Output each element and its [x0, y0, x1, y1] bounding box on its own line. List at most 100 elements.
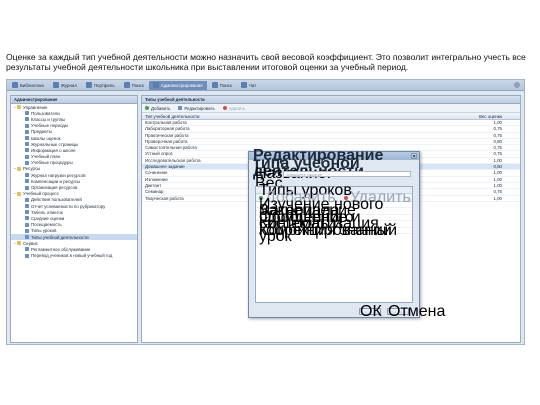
admin-sidebar: Администрирование − Управление Пользовател… — [10, 95, 138, 343]
lesson-types-list: Изучение нового материала Закрепление про… — [256, 196, 412, 245]
tree-item-label: Учебные периоды — [31, 123, 69, 129]
close-icon[interactable]: ✕ — [411, 153, 417, 160]
nav-tab-icon — [52, 82, 59, 88]
tree-item-label: Журнальные страницы — [31, 141, 79, 147]
cell-weight: 1,00 — [493, 176, 502, 182]
edit-button[interactable]: Редактировать — [178, 105, 215, 111]
item-icon — [25, 204, 29, 209]
item-icon — [25, 148, 29, 153]
edit-button-label: Редактировать — [184, 105, 215, 111]
admin-tree: − Управление Пользователи Классы и группы Уч… — [11, 104, 137, 259]
nav-tab-icon — [85, 82, 92, 88]
cell-weight: 0,75 — [493, 189, 502, 195]
delete-button[interactable]: Удалить — [222, 106, 246, 111]
tree-item-label: Информация о школе — [31, 147, 76, 153]
main-panel-title: Типы учебной деятельности — [142, 96, 520, 104]
folder-icon — [17, 191, 21, 196]
tree-item-label: Посещаемость — [31, 222, 62, 228]
tree-item-label: Типы уроков — [31, 228, 57, 234]
ok-button[interactable]: ОК — [359, 304, 382, 320]
nav-tab-label: Журнал — [60, 82, 77, 88]
item-icon — [25, 235, 29, 240]
cell-weight: 1,00 — [493, 182, 502, 188]
item-icon — [25, 228, 29, 233]
tree-item-label: Типы учебной деятельности — [31, 234, 89, 240]
tree-item-label: Сервис — [23, 240, 39, 246]
tree-item[interactable]: Перевод учеников в новый учебный год — [11, 253, 137, 259]
item-icon — [25, 123, 29, 128]
column-header-type[interactable]: Тип учебной деятельности — [142, 113, 460, 119]
nav-tab[interactable]: Библиотека — [8, 81, 48, 90]
item-icon — [25, 253, 29, 258]
nav-tab[interactable]: Поиск — [208, 81, 236, 90]
item-icon — [25, 222, 29, 227]
main-toolbar: Добавить Редактировать Удалить — [142, 104, 520, 113]
tree-item-label: Журнал нагрузки ресурсов — [31, 172, 86, 178]
table-header: Тип учебной деятельности Вес оценки — [142, 113, 520, 120]
tree-item-label: Классы и группы — [31, 116, 66, 122]
tree-item-label: Ресурсы — [23, 166, 41, 172]
cell-weight: 0,75 — [493, 132, 502, 138]
item-icon — [25, 111, 29, 116]
cell-type: Контрольная работа — [145, 120, 187, 125]
folder-icon — [17, 166, 21, 171]
tree-item-label: Учебные процедуры — [31, 160, 73, 166]
tree-item-label: Учебный план — [31, 154, 61, 160]
cell-weight: 1,00 — [493, 157, 502, 163]
tree-item-label: Действия пользователей — [31, 197, 82, 203]
nav-tab-icon — [211, 82, 218, 88]
tree-item-label: Отчет успеваемости по рубрикатору — [31, 203, 106, 209]
item-icon — [25, 210, 29, 215]
cell-weight: 0,75 — [493, 151, 502, 157]
nav-tab-icon — [123, 82, 130, 88]
tree-item-label: Предметы — [31, 129, 52, 135]
nav-tab-label: Администрирование — [160, 82, 203, 88]
nav-tab[interactable]: Администрирование — [148, 80, 207, 90]
nav-tab-label: Чат — [248, 82, 257, 88]
tree-item-label: Учебный процесс — [23, 191, 59, 197]
slide-caption: Оценке за каждый тип учебной деятельност… — [6, 52, 526, 73]
item-icon — [25, 179, 29, 184]
nav-tab[interactable]: Поиск — [120, 81, 148, 90]
item-icon — [25, 142, 29, 147]
add-button[interactable]: Добавить — [145, 106, 170, 111]
cell-weight: 0,75 — [493, 126, 502, 132]
top-nav-bar: Библиотека Журнал Портфель Поиск Администрир… — [7, 80, 524, 91]
cell-type: Практическая работа — [145, 132, 189, 138]
nav-tab-icon — [240, 82, 247, 88]
dialog-title-bar: Редактирование типа учебной деятельности… — [249, 148, 419, 180]
cell-weight: 1,00 — [493, 120, 502, 125]
settings-icon[interactable] — [514, 82, 520, 88]
lesson-types-fieldset: Типы уроков Добавить Удалить Изучение но… — [255, 183, 413, 303]
item-icon — [25, 154, 29, 159]
item-icon — [25, 136, 29, 141]
column-header-weight[interactable]: Вес оценки — [460, 113, 520, 119]
nav-tab[interactable]: Портфель — [82, 81, 119, 90]
item-icon — [25, 247, 29, 252]
cell-type: Проверочная работа — [145, 138, 188, 144]
sidebar-title: Администрирование — [11, 96, 137, 104]
edit-icon — [178, 106, 183, 110]
tree-item-label: Регламентное обслуживание — [31, 246, 91, 252]
cancel-button[interactable]: Отмена — [387, 304, 445, 320]
tree-item-label: Управление — [23, 104, 48, 110]
item-icon — [25, 173, 29, 178]
nav-tab-label: Поиск — [131, 82, 144, 88]
nav-tab[interactable]: Журнал — [49, 81, 81, 90]
lesson-type-item[interactable]: Комбинированный урок — [256, 222, 412, 245]
nav-tab-label: Библиотека — [20, 82, 44, 88]
tree-item-label: Организация ресурсов — [31, 185, 78, 191]
delete-icon — [222, 106, 227, 110]
tree-item-label: Табель отметок — [31, 209, 63, 215]
nav-tab-icon — [152, 82, 159, 88]
cell-weight: 1,00 — [493, 170, 502, 176]
tree-item-label: Пользователи — [31, 110, 60, 116]
item-icon — [25, 216, 29, 221]
cell-weight: 0,80 — [493, 138, 502, 144]
item-icon — [25, 197, 29, 202]
item-icon — [25, 185, 29, 190]
tree-item-label: Компенсации и ресурсы — [31, 178, 81, 184]
folder-icon — [17, 241, 21, 246]
tree-item-label: Шкалы оценок — [31, 135, 61, 141]
nav-tab[interactable]: Чат — [237, 81, 260, 90]
